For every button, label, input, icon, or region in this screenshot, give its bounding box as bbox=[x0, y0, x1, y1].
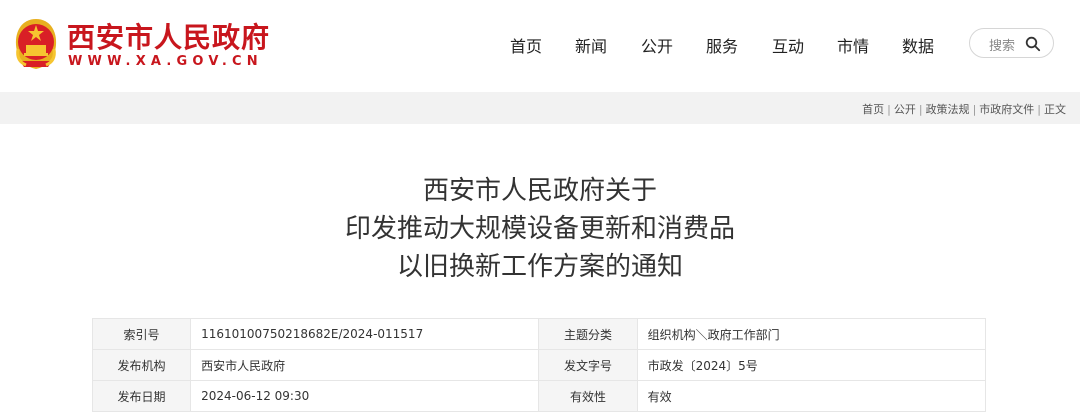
meta-key-publisher: 发布机构 bbox=[91, 349, 192, 381]
nav-city[interactable]: 市情 bbox=[837, 33, 869, 57]
breadcrumb-open[interactable]: 公开 bbox=[894, 103, 916, 116]
nav-open[interactable]: 公开 bbox=[641, 33, 673, 57]
breadcrumb-gov-docs[interactable]: 市政府文件 bbox=[979, 103, 1034, 116]
article-title-line: 西安市人民政府关于 bbox=[422, 176, 657, 206]
meta-key-date: 发布日期 bbox=[91, 380, 192, 412]
site-url[interactable]: WWW.XA.GOV.CN bbox=[68, 54, 263, 69]
breadcrumb-separator: | bbox=[918, 103, 923, 116]
table-row: 索引号 11610100750218682E/2024-011517 主题分类 … bbox=[91, 318, 987, 350]
nav-service[interactable]: 服务 bbox=[706, 33, 738, 57]
meta-value-doc-number: 市政发〔2024〕5号 bbox=[636, 349, 987, 381]
site-header: 西安市人民政府 WWW.XA.GOV.CN 首页 新闻 公开 服务 互动 市情 … bbox=[0, 0, 1080, 92]
breadcrumb-separator: | bbox=[972, 103, 977, 116]
nav-data[interactable]: 数据 bbox=[902, 33, 934, 57]
search-placeholder[interactable]: 搜索 bbox=[989, 35, 1015, 54]
meta-value-date: 2024-06-12 09:30 bbox=[190, 380, 540, 412]
breadcrumb: 首页 | 公开 | 政策法规 | 市政府文件 | 正文 bbox=[862, 101, 1066, 117]
breadcrumb-bar: 首页 | 公开 | 政策法规 | 市政府文件 | 正文 bbox=[0, 92, 1080, 124]
table-row: 发布日期 2024-06-12 09:30 有效性 有效 bbox=[91, 380, 987, 412]
site-name[interactable]: 西安市人民政府 bbox=[67, 16, 270, 56]
nav-news[interactable]: 新闻 bbox=[575, 33, 607, 57]
article-title-line: 印发推动大规模设备更新和消费品 bbox=[344, 214, 735, 244]
meta-value-index: 11610100750218682E/2024-011517 bbox=[190, 318, 540, 350]
table-row: 发布机构 西安市人民政府 发文字号 市政发〔2024〕5号 bbox=[91, 349, 987, 381]
nav-interact[interactable]: 互动 bbox=[772, 33, 804, 57]
document-meta-table: 索引号 11610100750218682E/2024-011517 主题分类 … bbox=[91, 318, 987, 412]
breadcrumb-separator: | bbox=[887, 103, 891, 116]
article-title-line: 以旧换新工作方案的通知 bbox=[396, 252, 683, 282]
meta-key-validity: 有效性 bbox=[538, 380, 638, 412]
meta-value-topic: 组织机构＼政府工作部门 bbox=[636, 318, 987, 350]
search-box[interactable]: 搜索 bbox=[969, 28, 1054, 58]
nav-home[interactable]: 首页 bbox=[510, 33, 542, 57]
meta-key-index: 索引号 bbox=[91, 318, 192, 350]
national-emblem-icon[interactable] bbox=[12, 15, 60, 73]
meta-value-validity: 有效 bbox=[636, 380, 987, 412]
breadcrumb-policy[interactable]: 政策法规 bbox=[926, 103, 970, 116]
breadcrumb-current: 正文 bbox=[1044, 103, 1066, 116]
article-title: 西安市人民政府关于 印发推动大规模设备更新和消费品 以旧换新工作方案的通知 bbox=[0, 172, 1080, 286]
search-icon[interactable] bbox=[1025, 36, 1041, 52]
breadcrumb-separator: | bbox=[1037, 103, 1041, 116]
meta-key-topic: 主题分类 bbox=[538, 318, 638, 350]
meta-value-publisher: 西安市人民政府 bbox=[190, 349, 540, 381]
meta-key-doc-number: 发文字号 bbox=[538, 349, 638, 381]
article-content: 西安市人民政府关于 印发推动大规模设备更新和消费品 以旧换新工作方案的通知 索引… bbox=[0, 124, 1080, 417]
breadcrumb-home[interactable]: 首页 bbox=[862, 103, 884, 116]
